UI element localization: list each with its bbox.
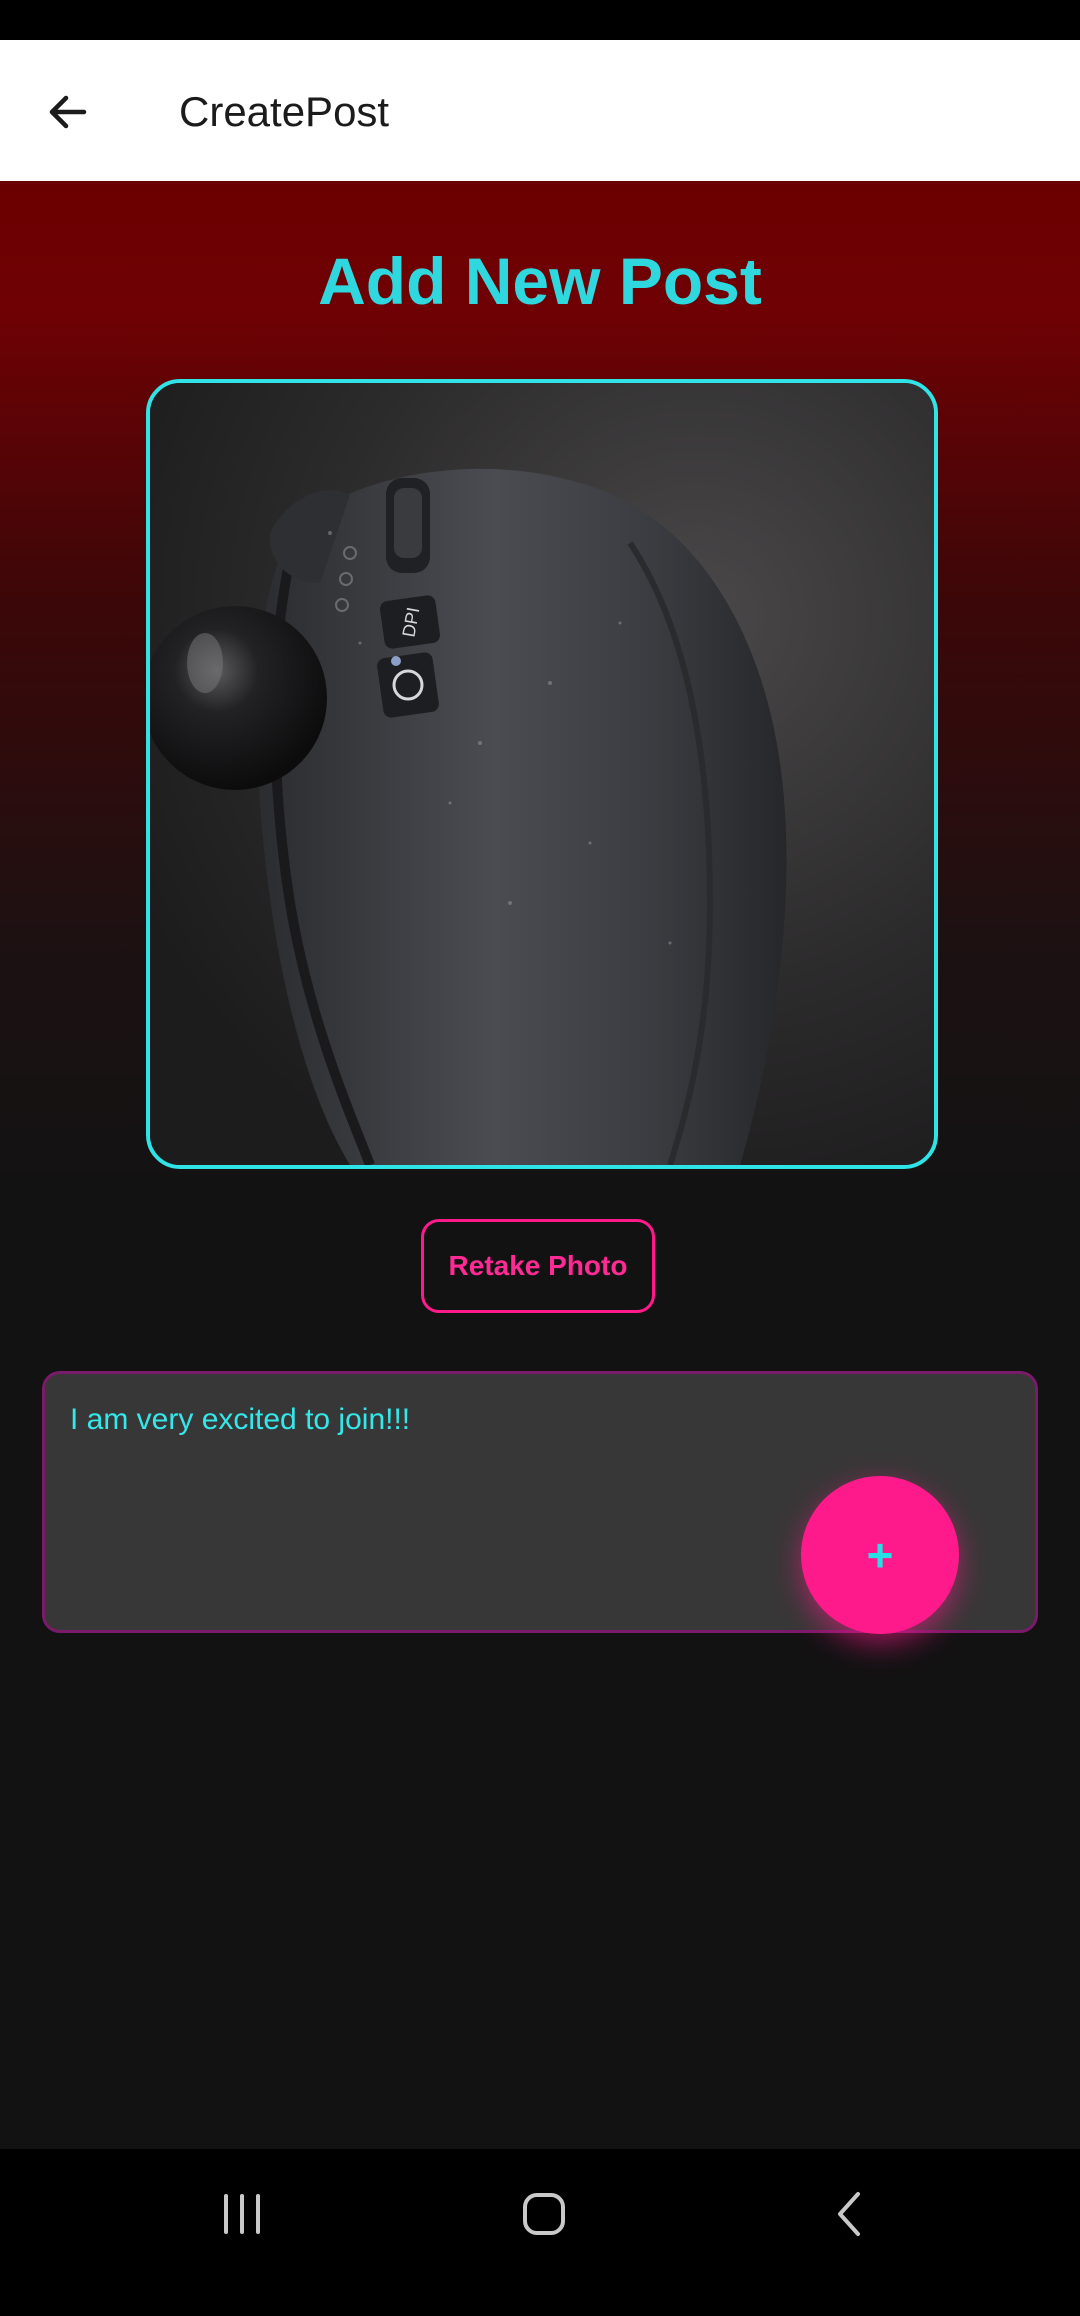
page-title: CreatePost xyxy=(179,88,390,135)
back-icon xyxy=(838,2192,860,2236)
photo-preview[interactable]: DPI xyxy=(146,379,938,1169)
recent-apps-button[interactable] xyxy=(172,2149,312,2279)
app-bar: CreatePost xyxy=(0,40,1080,181)
status-bar xyxy=(0,0,1080,40)
section-heading: Add New Post xyxy=(318,244,762,318)
recent-apps-icon xyxy=(224,2194,260,2234)
home-button[interactable] xyxy=(474,2149,614,2279)
nav-bar-bottom xyxy=(0,2279,1080,2316)
caption-text[interactable]: I am very excited to join!!! xyxy=(70,1400,410,1440)
create-post-screen: Add New Post DPI Retake Photo I am very … xyxy=(0,181,1080,2149)
retake-photo-button[interactable]: Retake Photo xyxy=(421,1219,655,1313)
add-post-button[interactable]: + xyxy=(801,1476,959,1634)
trackball-mouse-photo: DPI xyxy=(150,383,934,1165)
nav-back-button[interactable] xyxy=(778,2149,918,2279)
home-icon xyxy=(523,2193,565,2235)
back-button[interactable] xyxy=(34,78,102,146)
system-nav-bar xyxy=(0,2149,1080,2279)
plus-icon: + xyxy=(866,1529,894,1581)
arrow-left-icon xyxy=(49,95,87,129)
